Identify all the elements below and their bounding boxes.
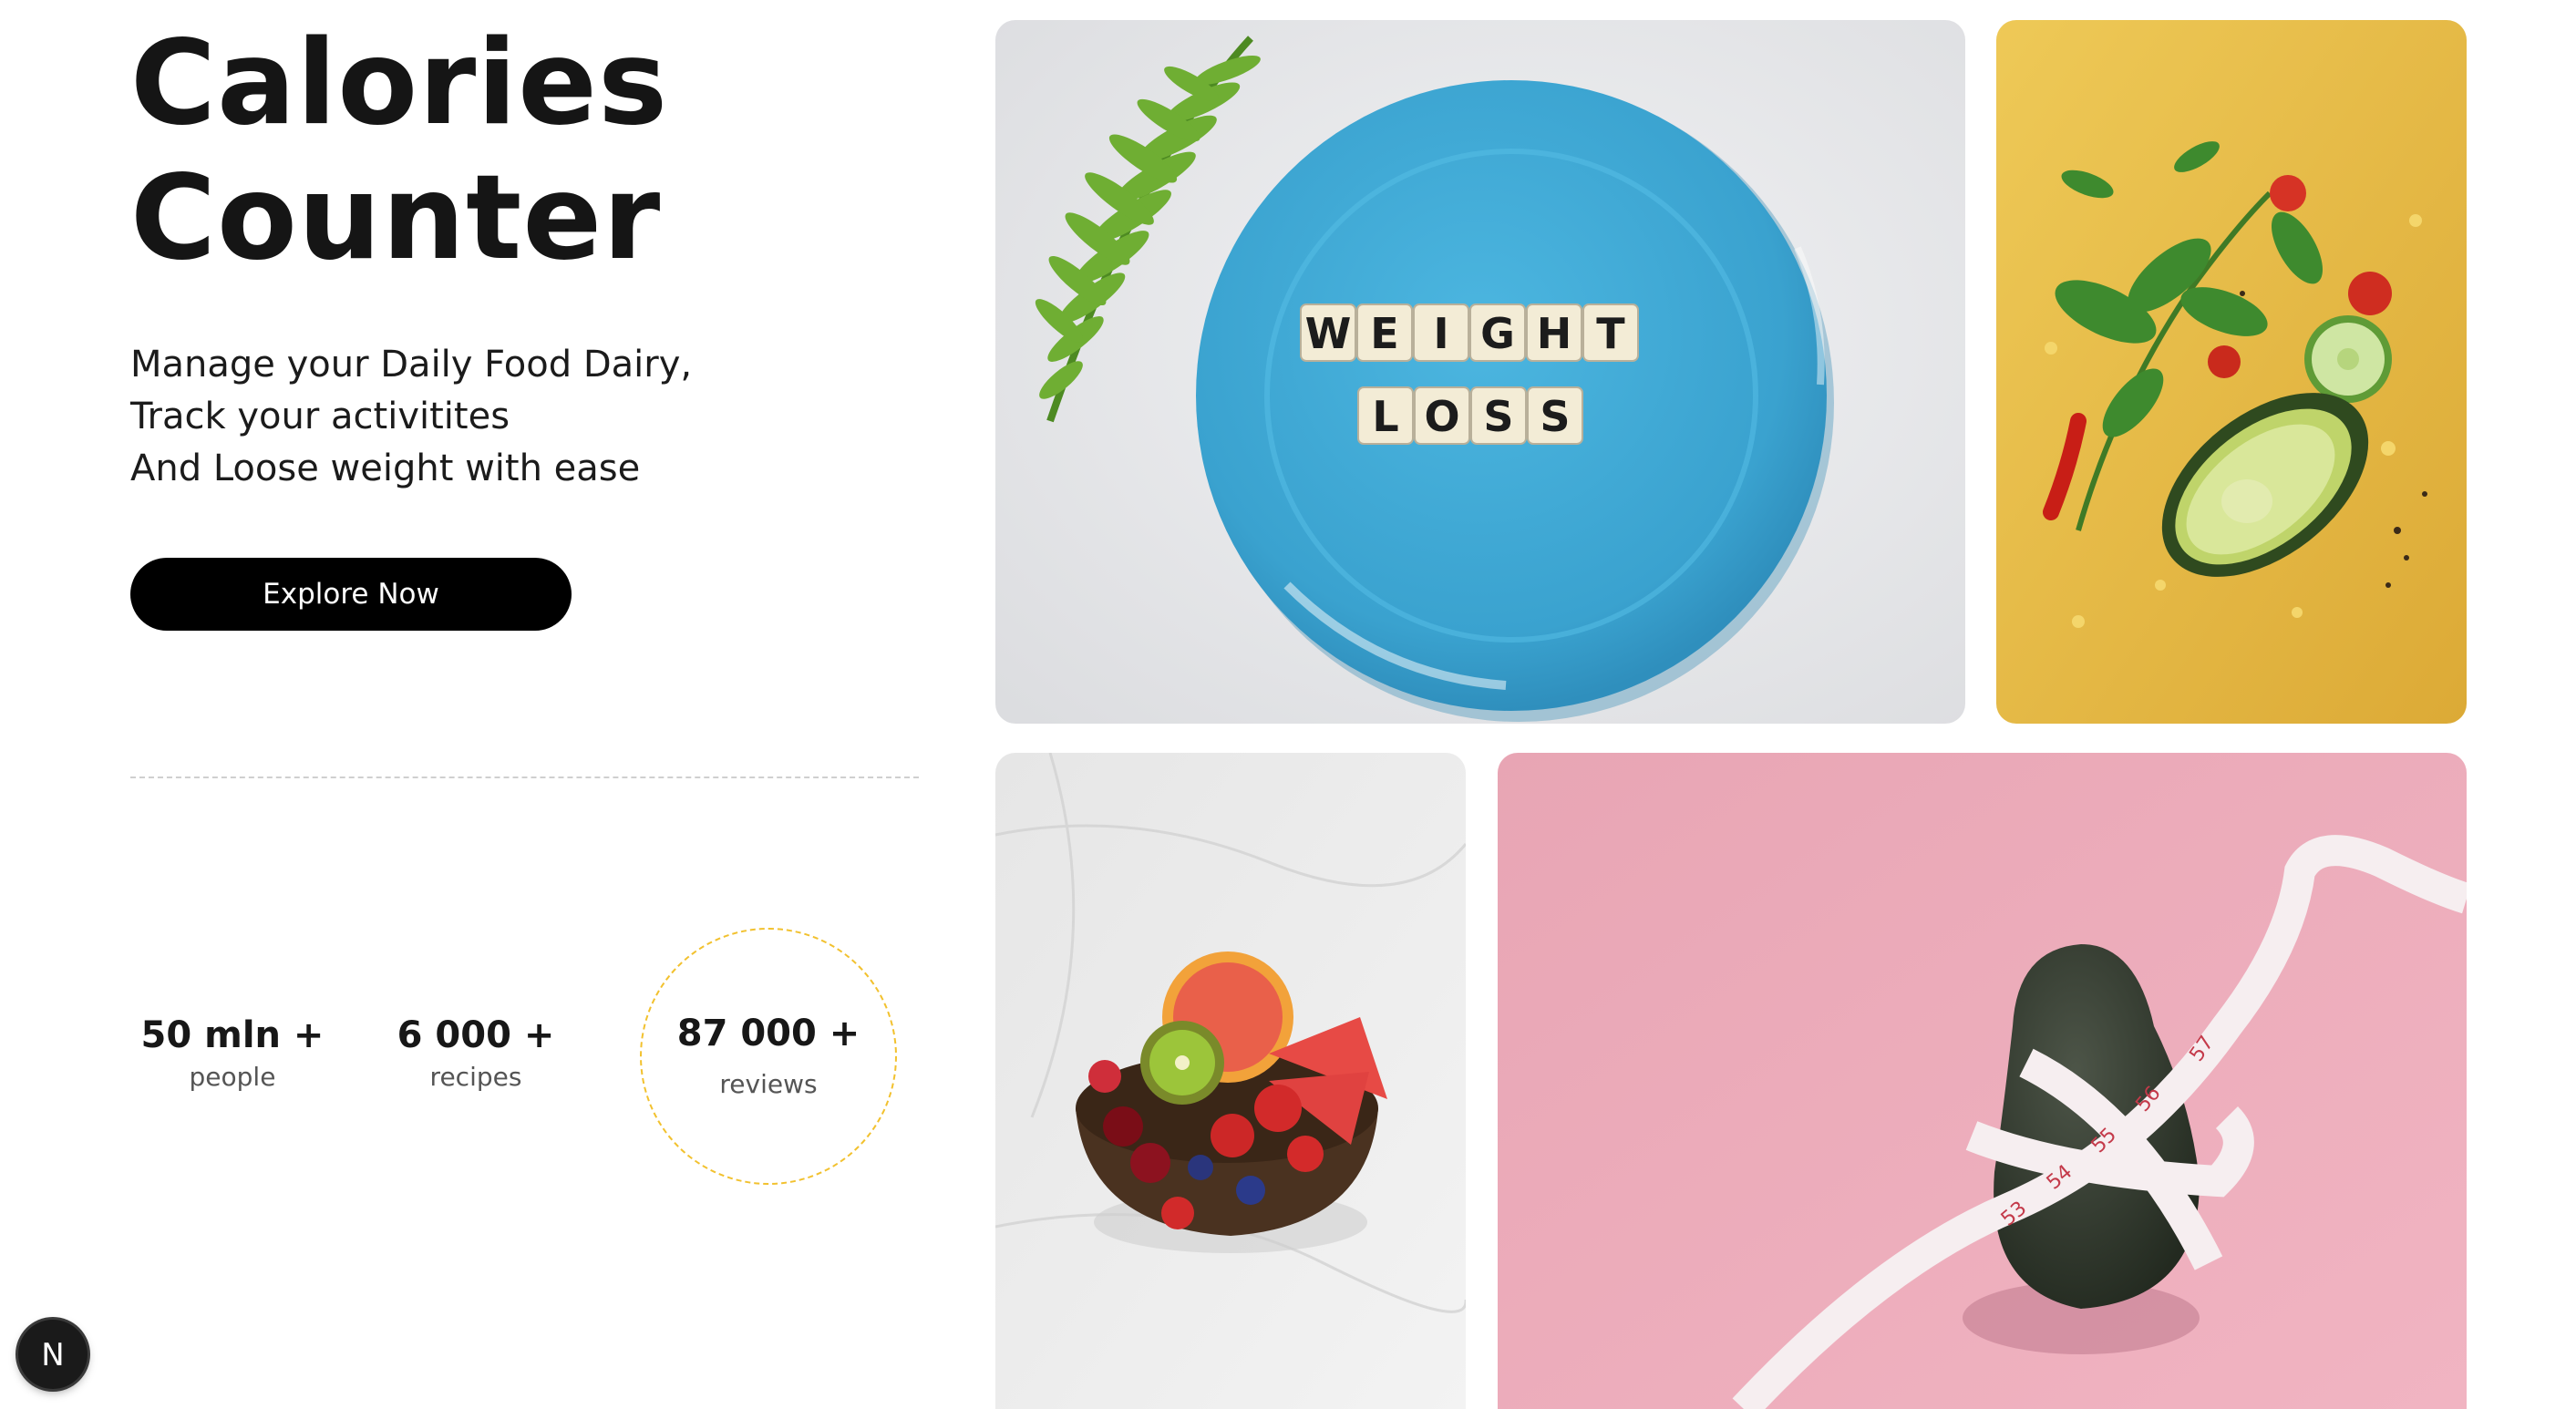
svg-text:W: W <box>1305 309 1352 358</box>
svg-text:T: T <box>1596 309 1625 358</box>
stat-reviews: 87 000 + reviews <box>640 928 897 1185</box>
svg-text:O: O <box>1424 392 1459 441</box>
stat-people: 50 mln + people <box>132 1013 333 1094</box>
subtitle-line-3: And Loose weight with ease <box>130 447 641 489</box>
hero-subtitle: Manage your Daily Food Dairy, Track your… <box>130 339 878 495</box>
svg-text:S: S <box>1483 392 1513 441</box>
title-line-2: Counter <box>130 150 662 286</box>
svg-text:E: E <box>1370 309 1398 358</box>
svg-text:G: G <box>1480 309 1515 358</box>
stat-people-label: people <box>189 1062 276 1092</box>
svg-text:S: S <box>1540 392 1570 441</box>
weight-loss-plate-image: W E I G H T L O S S <box>995 20 1965 724</box>
stat-recipes-label: recipes <box>429 1062 522 1092</box>
stat-recipes: 6 000 + recipes <box>376 1013 576 1094</box>
stat-recipes-value: 6 000 + <box>397 1014 555 1056</box>
explore-now-button[interactable]: Explore Now <box>130 558 572 631</box>
subtitle-line-2: Track your activitites <box>130 396 510 437</box>
stat-reviews-label: reviews <box>719 1069 818 1099</box>
fruit-bowl-image <box>995 753 1466 1409</box>
stat-people-value: 50 mln + <box>140 1014 325 1056</box>
svg-text:H: H <box>1537 309 1572 358</box>
flying-vegetables-image <box>1996 20 2467 724</box>
stat-reviews-value: 87 000 + <box>676 1013 860 1054</box>
subtitle-line-1: Manage your Daily Food Dairy, <box>130 344 693 386</box>
title-line-1: Calories <box>130 15 669 151</box>
section-divider <box>130 776 919 778</box>
page-title: Calories Counter <box>130 16 668 286</box>
svg-text:N: N <box>41 1337 64 1373</box>
nextjs-badge[interactable]: N <box>18 1320 88 1389</box>
n-logo-icon: N <box>41 1337 64 1373</box>
avocado-tape-image: 53 54 55 56 57 <box>1498 753 2467 1409</box>
svg-text:I: I <box>1433 309 1448 358</box>
svg-text:L: L <box>1372 392 1398 441</box>
